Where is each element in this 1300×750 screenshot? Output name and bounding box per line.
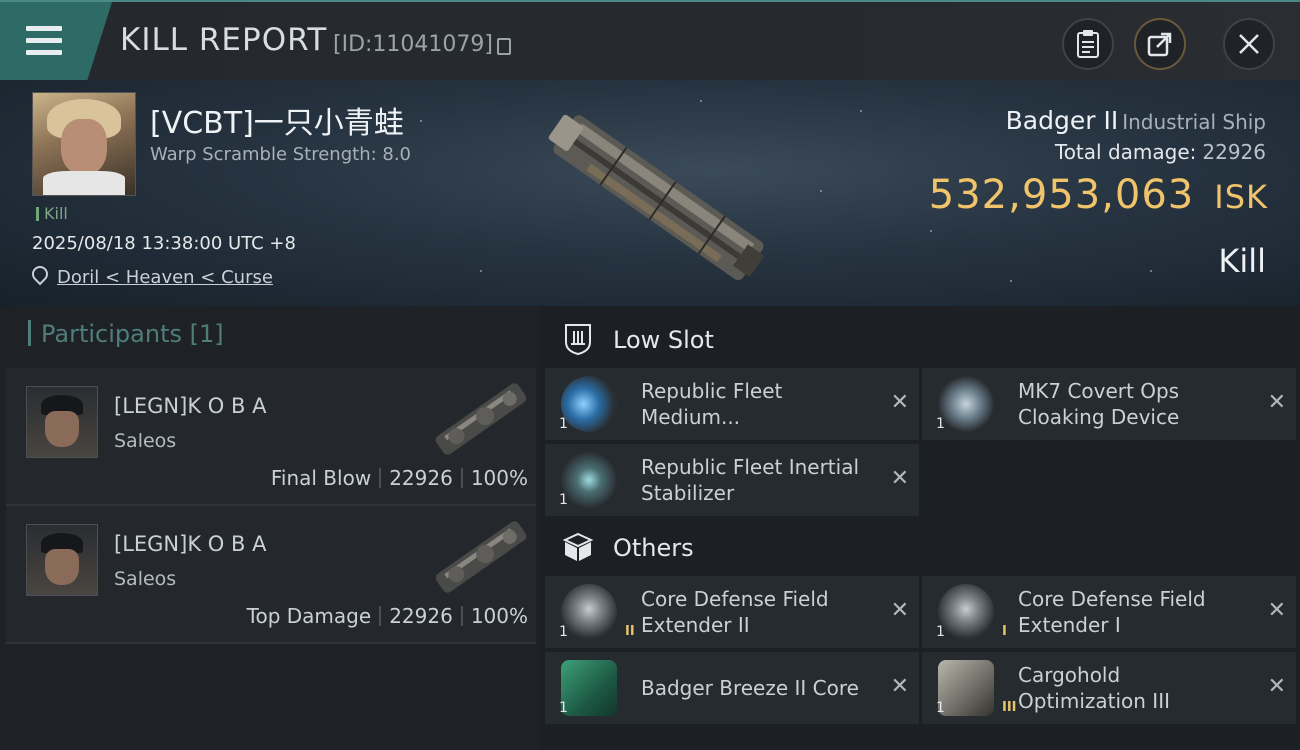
tech-level-badge: III — [1002, 700, 1017, 715]
top-bar: KILL REPORT [ID:11041079] — [0, 0, 1300, 80]
clipboard-button[interactable] — [1062, 18, 1114, 70]
item-name: Cargohold Optimization III — [1018, 663, 1170, 713]
low-slot-icon — [565, 324, 591, 356]
low-slot-label: Low Slot — [613, 326, 714, 354]
participant-percent: 100% — [470, 466, 528, 490]
remove-icon[interactable]: ✕ — [1268, 674, 1286, 699]
participant-name: [LEGN]K O B A — [114, 394, 267, 418]
isk-amount: 532,953,063 — [928, 172, 1195, 218]
participants-panel: Participants [1] [LEGN]K O B A Saleos Fi… — [0, 306, 540, 750]
fitting-panel: Low Slot 1 Republic Fleet Medium... ✕ 1 … — [541, 306, 1300, 750]
location-pin-icon — [28, 262, 52, 286]
item-name: Republic Fleet Inertial Stabilizer — [641, 455, 860, 505]
ship-class: Industrial Ship — [1122, 110, 1266, 134]
isk-value: 532,953,063 ISK — [929, 172, 1268, 218]
victim-name[interactable]: [VCBT]一只小青蛙 — [150, 98, 404, 142]
item-name: MK7 Covert Ops Cloaking Device — [1018, 379, 1180, 429]
total-damage-value: 22926 — [1202, 140, 1266, 164]
close-button[interactable] — [1223, 18, 1275, 70]
hamburger-menu-icon — [26, 26, 62, 56]
remove-icon[interactable]: ✕ — [891, 674, 909, 699]
fitting-item[interactable]: 1 Republic Fleet Inertial Stabilizer ✕ — [545, 444, 919, 516]
core-icon — [561, 660, 617, 716]
participant-row[interactable]: [LEGN]K O B A Saleos Final Blow 22926 100% — [6, 368, 536, 506]
item-name: Core Defense Field Extender I — [1018, 587, 1206, 637]
participant-avatar[interactable] — [26, 386, 98, 458]
participant-percent: 100% — [470, 604, 528, 628]
kill-timestamp: 2025/08/18 13:38:00 UTC +8 — [32, 233, 296, 254]
kill-summary: [VCBT]一只小青蛙 Warp Scramble Strength: 8.0 … — [0, 80, 1300, 306]
participant-row[interactable]: [LEGN]K O B A Saleos Top Damage 22926 100% — [6, 506, 536, 644]
inertial-stabilizer-icon — [561, 452, 617, 508]
others-label: Others — [613, 534, 694, 562]
remove-icon[interactable]: ✕ — [891, 466, 909, 491]
kill-tag: Kill — [36, 204, 68, 223]
isk-unit: ISK — [1214, 178, 1268, 216]
result-label: Kill — [1218, 242, 1266, 280]
fitting-item[interactable]: 1 II Core Defense Field Extender II ✕ — [545, 576, 919, 648]
shield-extender-icon — [938, 584, 994, 640]
page-title: KILL REPORT — [120, 22, 328, 58]
tech-level-badge: II — [625, 624, 635, 639]
share-icon — [1147, 32, 1172, 57]
share-button[interactable] — [1134, 18, 1186, 70]
fitting-item[interactable]: 1 I Core Defense Field Extender I ✕ — [922, 576, 1296, 648]
item-name: Badger Breeze II Core — [641, 676, 859, 700]
fitting-item[interactable]: 1 Republic Fleet Medium... ✕ — [545, 368, 919, 440]
copy-id-icon[interactable] — [497, 38, 511, 55]
victim-ship-image — [548, 114, 765, 281]
close-icon — [1239, 34, 1259, 54]
participant-damage: 22926 — [389, 466, 453, 490]
total-damage: Total damage: 22926 — [1055, 140, 1266, 164]
item-name: Republic Fleet Medium... — [641, 379, 783, 429]
cloaking-device-icon — [938, 376, 994, 432]
republic-fleet-medium-icon — [561, 376, 617, 432]
total-damage-label: Total damage: — [1054, 140, 1197, 164]
cube-icon — [562, 532, 594, 561]
participant-ship: Saleos — [114, 568, 177, 590]
remove-icon[interactable]: ✕ — [891, 390, 909, 415]
participant-role: Top Damage — [246, 604, 372, 628]
fitting-item[interactable]: 1 MK7 Covert Ops Cloaking Device ✕ — [922, 368, 1296, 440]
participant-ship: Saleos — [114, 430, 177, 452]
remove-icon[interactable]: ✕ — [1268, 598, 1286, 623]
participant-ship-image — [435, 521, 527, 593]
cargohold-optimization-icon — [938, 660, 994, 716]
participant-damage: 22926 — [389, 604, 453, 628]
report-id: [ID:11041079] — [333, 32, 493, 57]
fitting-item[interactable]: 1 Badger Breeze II Core ✕ — [545, 652, 919, 724]
others-section-header: Others — [541, 514, 1300, 580]
location-link[interactable]: Doril < Heaven < Curse — [28, 262, 273, 288]
item-name: Core Defense Field Extender II — [641, 587, 829, 637]
clipboard-icon — [1077, 30, 1099, 58]
participant-avatar[interactable] — [26, 524, 98, 596]
shield-extender-icon — [561, 584, 617, 640]
participant-ship-image — [435, 383, 527, 455]
participant-stats: Top Damage 22926 100% — [247, 604, 528, 628]
victim-ship[interactable]: Badger II Industrial Ship — [1006, 106, 1266, 135]
participant-stats: Final Blow 22926 100% — [271, 466, 528, 490]
warp-scramble-strength: Warp Scramble Strength: 8.0 — [150, 144, 412, 165]
participants-header: Participants [1] — [28, 320, 224, 348]
menu-button[interactable] — [0, 2, 112, 80]
ship-name: Badger II — [1005, 106, 1119, 135]
remove-icon[interactable]: ✕ — [1268, 390, 1286, 415]
tech-level-badge: I — [1002, 624, 1007, 639]
low-slot-section-header: Low Slot — [541, 306, 1300, 372]
participant-role: Final Blow — [270, 466, 372, 490]
victim-portrait[interactable] — [32, 92, 136, 196]
remove-icon[interactable]: ✕ — [891, 598, 909, 623]
fitting-item[interactable]: 1 III Cargohold Optimization III ✕ — [922, 652, 1296, 724]
participant-name: [LEGN]K O B A — [114, 532, 267, 556]
